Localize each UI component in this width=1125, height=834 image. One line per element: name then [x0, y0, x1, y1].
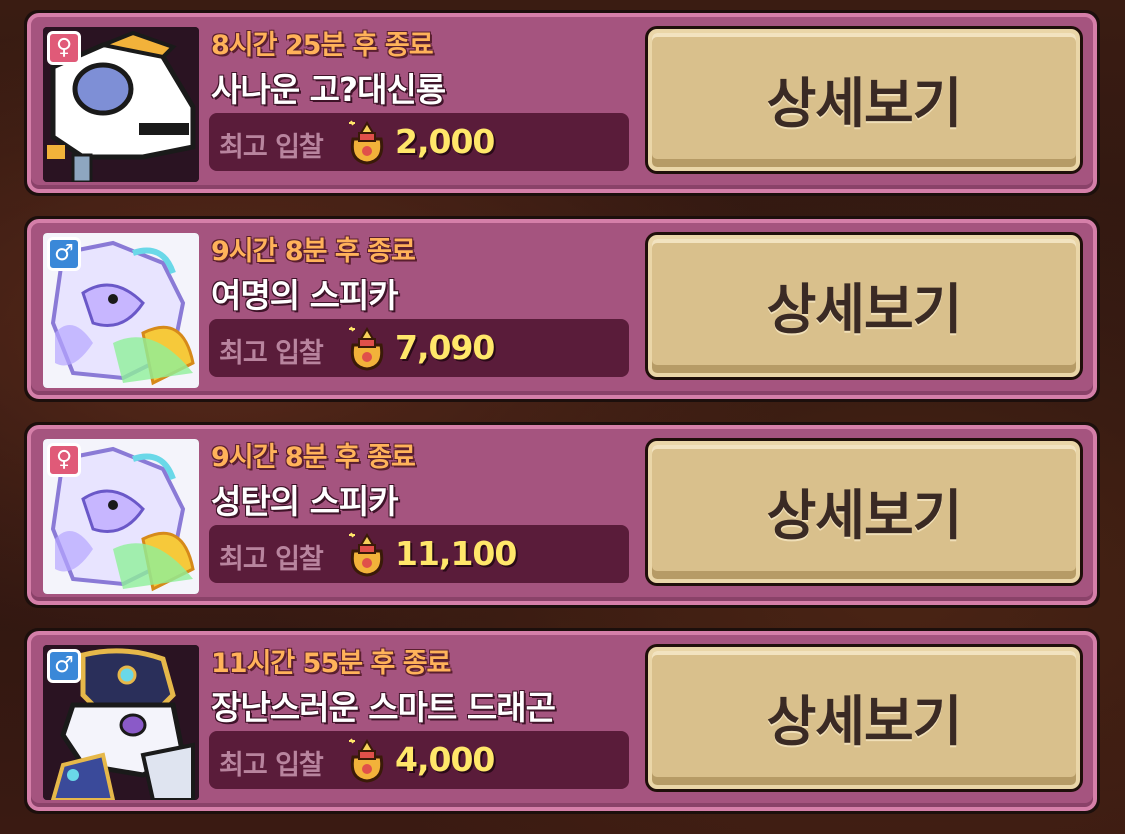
highest-bid-panel: 최고 입찰 2,000: [209, 113, 629, 171]
auction-card: ♀ 8시간 25분 후 종료 사나운 고?대신룡 최고 입찰 2,000 상세보…: [24, 10, 1100, 196]
highest-bid-value: 4,000: [395, 740, 495, 779]
highest-bid-label: 최고 입찰: [219, 750, 324, 781]
female-gender-icon: ♀: [47, 443, 81, 477]
highest-bid-panel: 최고 입찰 4,000: [209, 731, 629, 789]
white-dragon-portrait: ♀: [43, 27, 199, 182]
pet-name: 성탄의 스피카: [211, 482, 399, 521]
view-details-button[interactable]: 상세보기: [645, 644, 1083, 792]
rainbow-spica-portrait: ♀: [43, 439, 199, 594]
pet-name: 사나운 고?대신룡: [211, 70, 446, 109]
highest-bid-panel: 최고 입찰 7,090: [209, 319, 629, 377]
view-details-label: 상세보기: [766, 689, 963, 753]
gold-pouch-icon: [349, 120, 384, 165]
pet-name: 여명의 스피카: [211, 276, 399, 315]
smart-dragon-portrait: ♂: [43, 645, 199, 800]
female-gender-icon: ♀: [47, 31, 81, 65]
view-details-button[interactable]: 상세보기: [645, 438, 1083, 586]
male-gender-icon: ♂: [47, 237, 81, 271]
highest-bid-label: 최고 입찰: [219, 338, 324, 369]
gold-pouch-icon: [349, 326, 384, 371]
auction-card: ♂ 11시간 55분 후 종료 장난스러운 스마트 드래곤 최고 입찰 4,00…: [24, 628, 1100, 814]
highest-bid-panel: 최고 입찰 11,100: [209, 525, 629, 583]
time-remaining: 8시간 25분 후 종료: [211, 30, 434, 61]
gold-pouch-icon: [349, 738, 384, 783]
time-remaining: 9시간 8분 후 종료: [211, 442, 416, 473]
pet-name: 장난스러운 스마트 드래곤: [211, 688, 556, 727]
view-details-button[interactable]: 상세보기: [645, 232, 1083, 380]
time-remaining: 11시간 55분 후 종료: [211, 648, 451, 679]
highest-bid-value: 2,000: [395, 122, 495, 161]
gold-pouch-icon: [349, 532, 384, 577]
highest-bid-label: 최고 입찰: [219, 544, 324, 575]
highest-bid-value: 7,090: [395, 328, 495, 367]
view-details-label: 상세보기: [766, 277, 963, 341]
auction-card: ♂ 9시간 8분 후 종료 여명의 스피카 최고 입찰 7,090 상세보기: [24, 216, 1100, 402]
rainbow-spica-portrait: ♂: [43, 233, 199, 388]
highest-bid-label: 최고 입찰: [219, 132, 324, 163]
highest-bid-value: 11,100: [395, 534, 517, 573]
view-details-label: 상세보기: [766, 483, 963, 547]
auction-card: ♀ 9시간 8분 후 종료 성탄의 스피카 최고 입찰 11,100 상세보기: [24, 422, 1100, 608]
view-details-button[interactable]: 상세보기: [645, 26, 1083, 174]
time-remaining: 9시간 8분 후 종료: [211, 236, 416, 267]
auction-list: ♀ 8시간 25분 후 종료 사나운 고?대신룡 최고 입찰 2,000 상세보…: [24, 0, 1100, 834]
view-details-label: 상세보기: [766, 71, 963, 135]
male-gender-icon: ♂: [47, 649, 81, 683]
